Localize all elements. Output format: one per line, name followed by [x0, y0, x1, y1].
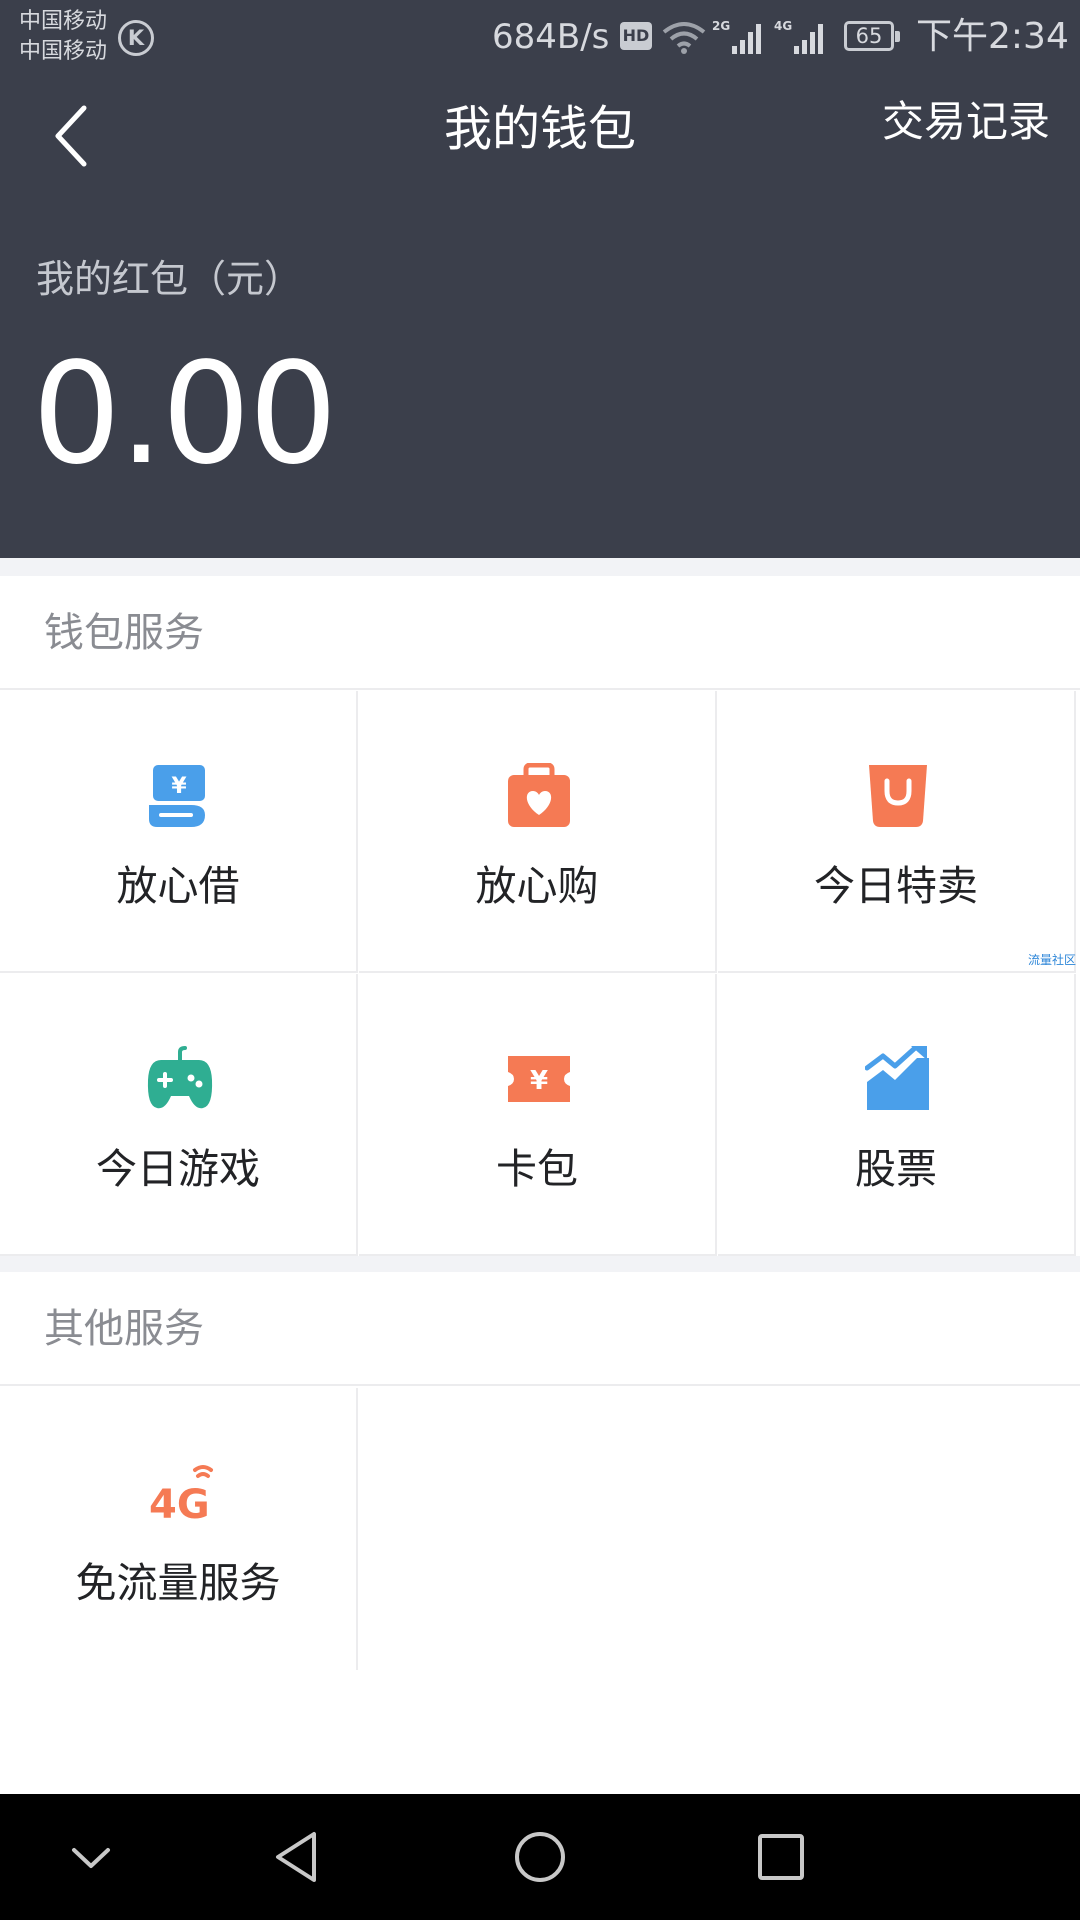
service-stocks[interactable]: 股票 [718, 974, 1076, 1256]
wallet-services-header: 钱包服务 [0, 576, 1080, 690]
k-badge-icon: K [118, 20, 154, 56]
service-free-data[interactable]: 4G 免流量服务 [0, 1388, 358, 1670]
android-nav-bar [0, 1794, 1080, 1920]
gamepad-icon [147, 1046, 213, 1109]
battery-icon: 65 [844, 21, 900, 51]
other-services-header: 其他服务 [0, 1272, 1080, 1386]
section-gap [0, 558, 1080, 576]
svg-text:4G: 4G [774, 19, 792, 33]
red-packet-label: 我的红包（元） [36, 257, 303, 301]
section-title: 其他服务 [44, 1306, 204, 1352]
section-gap [0, 1256, 1080, 1272]
nav-bar: 我的钱包 交易记录 [0, 76, 1080, 196]
stock-chart-icon [865, 1046, 929, 1110]
transaction-history-button[interactable]: 交易记录 [882, 94, 1050, 150]
hide-nav-button[interactable] [58, 1824, 124, 1890]
service-label: 放心借 [116, 862, 240, 910]
status-time: 下午2:34 [916, 16, 1069, 57]
carrier-2: 中国移动 [19, 39, 108, 64]
service-safe-shopping[interactable]: 放心购 [359, 691, 717, 973]
network-speed: 684B/s [492, 17, 610, 57]
4g-icon: 4G [149, 1465, 213, 1526]
shopping-bag-heart-icon [508, 763, 570, 827]
svg-text:¥: ¥ [171, 774, 187, 799]
home-nav-button[interactable] [507, 1824, 573, 1890]
service-label: 放心购 [475, 862, 599, 910]
service-label: 卡包 [496, 1145, 578, 1193]
hd-icon: HD [620, 22, 652, 50]
back-nav-button[interactable] [266, 1824, 332, 1890]
service-daily-game[interactable]: 今日游戏 [0, 974, 358, 1256]
service-label: 今日特卖 [814, 862, 978, 910]
red-packet-amount: 0.00 [32, 333, 338, 496]
service-label: 股票 [855, 1145, 937, 1193]
service-label: 免流量服务 [75, 1559, 281, 1607]
signal-2g-icon: 2G [712, 19, 761, 54]
carrier-1: 中国移动 [19, 9, 108, 34]
carrier-names: 中国移动 中国移动 [19, 7, 107, 67]
service-card-wallet[interactable]: ¥ 卡包 [359, 974, 717, 1256]
svg-text:4G: 4G [149, 1482, 210, 1526]
shopping-bag-icon [869, 765, 927, 827]
recents-nav-button[interactable] [748, 1824, 814, 1890]
service-loan[interactable]: ¥ 放心借 [0, 691, 358, 973]
svg-text:¥: ¥ [530, 1066, 548, 1096]
status-bar: 中国移动 中国移动 K 684B/s HD 2G 4G 65 下午2:34 [0, 0, 1080, 76]
service-daily-sale[interactable]: 今日特卖 [718, 691, 1076, 973]
wifi-icon [662, 22, 706, 54]
loan-icon: ¥ [149, 765, 205, 827]
coupon-icon: ¥ [508, 1056, 570, 1102]
watermark-text: 流量社区 [1028, 953, 1077, 967]
service-label: 今日游戏 [96, 1145, 260, 1193]
section-title: 钱包服务 [44, 610, 204, 656]
wallet-header-panel: 中国移动 中国移动 K 684B/s HD 2G 4G 65 下午2:34 我的… [0, 0, 1080, 558]
signal-4g-icon: 4G [774, 19, 823, 54]
svg-text:2G: 2G [712, 19, 730, 33]
